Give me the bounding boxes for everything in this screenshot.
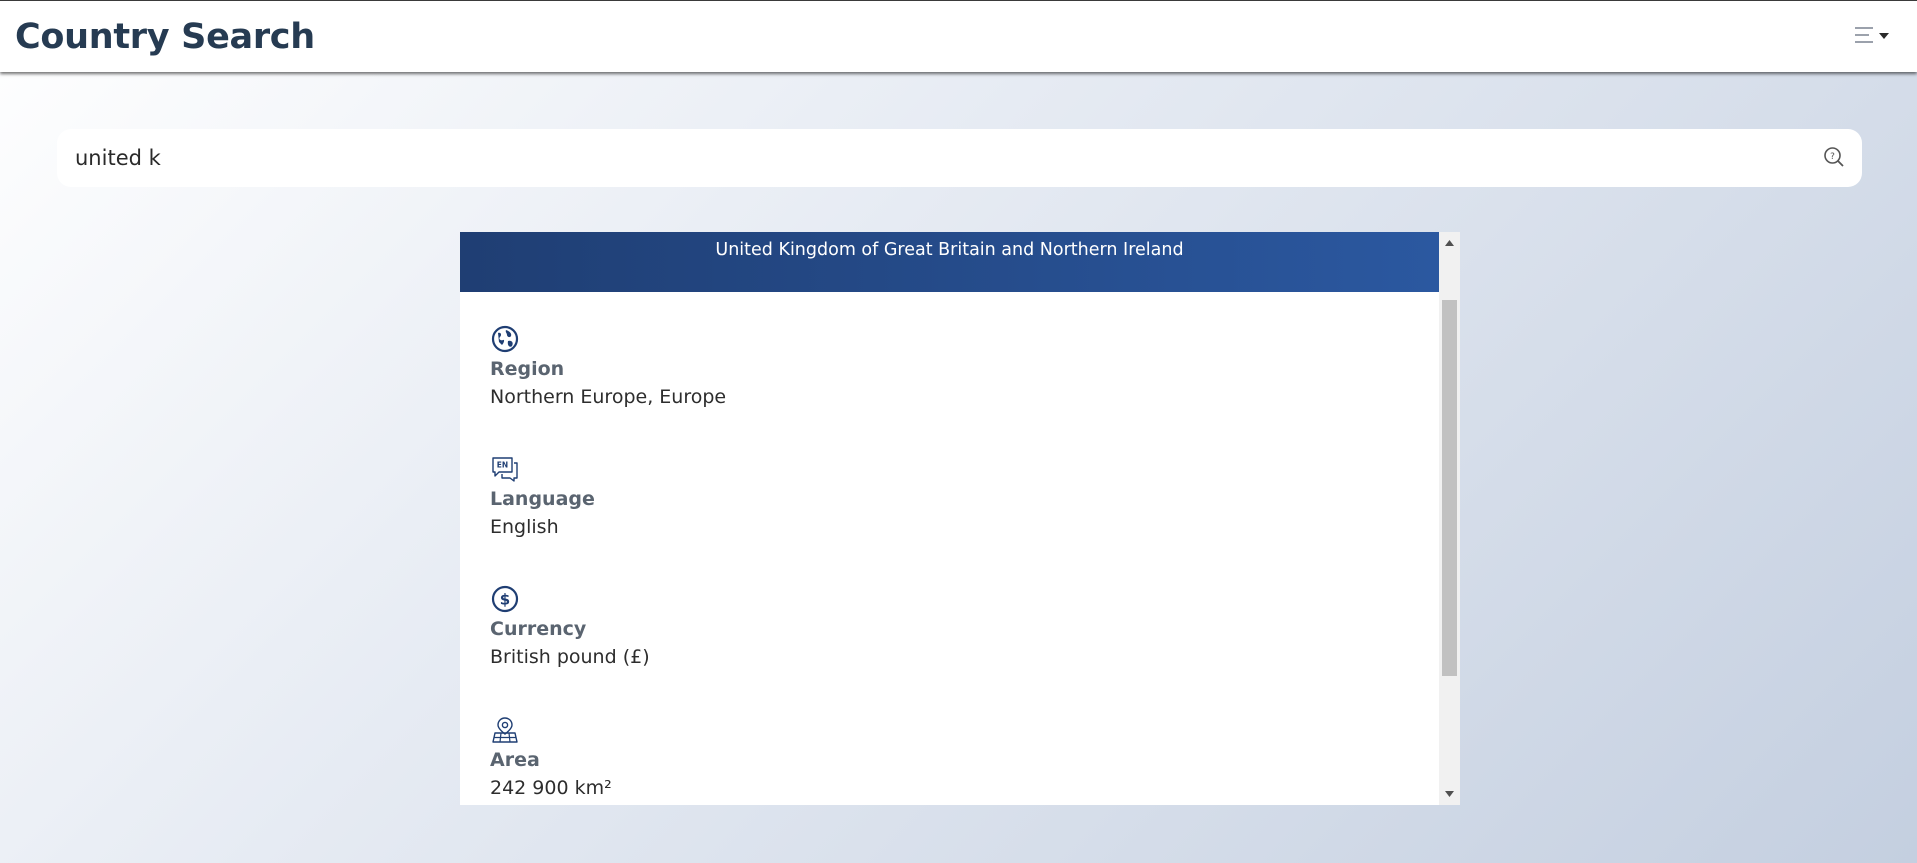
area-label: Area [490,749,540,771]
info-area: Area 242 900 km² [490,715,1090,799]
currency-value: British pound (£) [490,646,650,668]
svg-text:EN: EN [497,461,508,470]
app-header: Country Search [0,0,1917,72]
map-pin-area-icon [492,717,518,743]
scroll-up-arrow-icon[interactable] [1444,238,1455,248]
area-value: 242 900 km² [490,777,612,799]
country-name: United Kingdom of Great Britain and Nort… [715,240,1184,260]
hamburger-menu-icon [1855,27,1889,43]
scroll-thumb[interactable] [1442,300,1457,676]
region-label: Region [490,358,565,380]
globe-icon [491,325,519,353]
card-scrollbar[interactable] [1439,232,1460,805]
search-input[interactable] [75,139,1775,177]
search-icon[interactable]: ? [1822,145,1846,169]
svg-text:?: ? [1830,152,1835,162]
app-title: Country Search [15,17,315,57]
info-currency: $ Currency British pound (£) [490,584,1090,668]
menu-button[interactable] [1853,25,1895,47]
language-label: Language [490,488,595,510]
currency-dollar-icon: $ [491,585,519,613]
info-language: EN Language English [490,454,1090,538]
svg-text:$: $ [500,591,510,609]
card-header: United Kingdom of Great Britain and Nort… [460,232,1439,292]
currency-label: Currency [490,618,587,640]
search-box: ? [57,129,1862,187]
region-value: Northern Europe, Europe [490,386,727,408]
language-value: English [490,516,559,538]
info-region: Region Northern Europe, Europe [490,324,1090,408]
country-result-card: United Kingdom of Great Britain and Nort… [460,232,1460,805]
scroll-down-arrow-icon[interactable] [1444,789,1455,799]
language-en-icon: EN [492,457,518,482]
